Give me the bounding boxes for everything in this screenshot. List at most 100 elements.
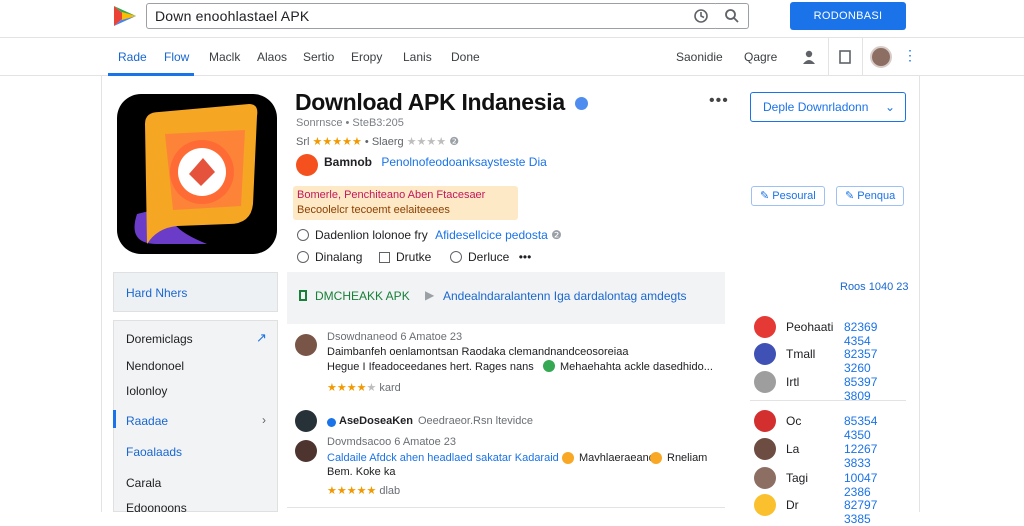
emoji-icon [543, 360, 555, 372]
item-avatar [754, 343, 776, 365]
reviewer-avatar [295, 440, 317, 462]
panel-green-label[interactable]: DMCHEAKK APK [315, 289, 410, 303]
item-name: Dr [786, 498, 799, 512]
app-logo-icon[interactable] [112, 4, 138, 28]
page-title: Download APK Indanesia [295, 89, 565, 115]
item-avatar [754, 371, 776, 393]
search-input[interactable]: Down enoohlastael APK [146, 3, 718, 29]
divider [919, 76, 920, 512]
radio-icon[interactable] [450, 251, 462, 263]
promo-line-2: Becoolelcr tecoemt eelaiteeees [297, 204, 450, 216]
review-head: Dsowdnaneod 6 Amatoe 23 [327, 331, 463, 343]
chevron-right-icon: › [262, 413, 266, 427]
left-panel-header[interactable]: Hard Nhers [113, 272, 278, 312]
nav-bar: Rade Flow Maclk Alaos Sertio Eropy Lanis… [0, 38, 1024, 76]
avatar[interactable] [870, 46, 892, 68]
option-label: Dadenlion lolonoe fry [315, 228, 428, 242]
menu-item[interactable]: Edoonoons [126, 501, 187, 515]
nav-item-7[interactable]: Lanis [403, 50, 432, 64]
nav-item-5[interactable]: Sertio [303, 50, 334, 64]
list-item[interactable]: La 12267 3833 [754, 438, 904, 470]
item-name: Tagi [786, 471, 809, 485]
option-link[interactable]: Afidesellcice pedosta [435, 228, 548, 242]
download-select[interactable]: Deple Downrladonn ⌄ [750, 92, 906, 122]
nav-item-2[interactable]: Flow [164, 50, 189, 64]
info-icon[interactable]: ❷ [449, 136, 459, 148]
nav-item-6[interactable]: Eropy [351, 50, 382, 64]
item-name: Oc [786, 414, 802, 428]
menu-item[interactable]: Doremiclags [126, 332, 193, 346]
option-row-1[interactable]: Dadenlion lolonoe fry Afidesellcice pedo… [297, 228, 562, 242]
search-button[interactable] [716, 3, 749, 29]
history-icon[interactable] [693, 8, 709, 24]
dot-separator: • [364, 136, 369, 148]
user-icon[interactable] [800, 48, 818, 66]
action-button-1[interactable]: ✎ Pesoural [751, 186, 825, 206]
menu-item[interactable]: Carala [126, 476, 161, 490]
nav-item-1[interactable]: Rade [118, 50, 147, 64]
emoji-icon [650, 452, 662, 464]
developer-line: Bamnob Penolnofeodoanksaysteste Dia [324, 155, 547, 169]
list-item[interactable]: Peohaati 82369 4354 [754, 316, 904, 348]
panel-text[interactable]: Andealndaralantenn Iga dardalontag amdeg… [443, 289, 687, 303]
more-vertical-icon[interactable]: ⋮ [903, 47, 917, 64]
review-meta: ★★★★★ kard [327, 382, 401, 394]
item-name: Irtl [786, 375, 800, 389]
action-button-2[interactable]: ✎ Penqua [836, 186, 905, 206]
nav-right-item-2[interactable]: Qagre [744, 50, 777, 64]
info-icon[interactable]: ❷ [551, 228, 562, 242]
select-label: Deple Downrladonn [763, 100, 869, 114]
radio-icon[interactable] [297, 229, 309, 241]
arrow-up-right-icon[interactable]: ↗ [256, 330, 267, 346]
list-item[interactable]: Oc 85354 4350 [754, 410, 904, 442]
nav-item-4[interactable]: Alaos [257, 50, 287, 64]
list-item[interactable]: Irtl 85397 3809 [754, 371, 904, 403]
review-line: Mavhlaeraeand [579, 452, 655, 464]
item-name: Tmall [786, 347, 816, 361]
rating-suffix: Slaerg [371, 136, 404, 148]
list-item[interactable]: Dr 82797 3385 [754, 494, 904, 526]
header-cta-button[interactable]: RODONBASI [790, 2, 906, 30]
review-line: Caldaile Afdck ahen headlaed sakatar Kad… [327, 452, 559, 464]
review-line: Bem. Koke ka [327, 466, 396, 478]
option-radio-2[interactable]: Dinalang [297, 250, 362, 264]
nav-right-item-1[interactable]: Saonidie [676, 50, 723, 64]
review-line: Rneliam [667, 452, 708, 464]
gray-stars-icon: ★★★★ [406, 136, 447, 148]
menu-item[interactable]: Nendonoel [126, 359, 184, 373]
radio-icon[interactable] [297, 251, 309, 263]
play-icon: ▶ [425, 288, 435, 302]
list-item[interactable]: Tagi 10047 2386 [754, 467, 904, 499]
button-label: Penqua [857, 190, 896, 202]
item-avatar [754, 410, 776, 432]
more-horizontal-icon[interactable]: ••• [519, 250, 532, 264]
developer-link[interactable]: Penolnofeodoanksaysteste Dia [381, 155, 546, 169]
list-item[interactable]: Tmall 82357 3260 [754, 343, 904, 375]
app-icon [117, 94, 277, 254]
verified-badge-icon [575, 97, 588, 110]
item-avatar [754, 467, 776, 489]
item-avatar [754, 494, 776, 516]
more-horizontal-icon[interactable]: ••• [709, 92, 729, 110]
nav-item-3[interactable]: Maclk [209, 50, 240, 64]
checkbox-icon[interactable] [379, 252, 390, 263]
reviewer-avatar [295, 334, 317, 356]
search-icon [725, 9, 739, 23]
left-menu: Doremiclags ↗ Nendonoel Iolonloy Raadae … [113, 320, 278, 515]
menu-item[interactable]: Faoalaads [126, 445, 182, 459]
menu-item[interactable]: Iolonloy [126, 384, 167, 398]
right-list-header[interactable]: Roos 1040 23 [840, 281, 909, 293]
option-radio-4[interactable]: Derluce ••• [450, 250, 531, 264]
item-value: 85397 3809 [844, 375, 878, 403]
promo-line-1: Bomerle, Penchiteano Aben Ftacesaer [297, 189, 486, 201]
review-head: Dovmdsacoo 6 Amatoe 23 [327, 436, 457, 448]
option-checkbox-3[interactable]: Drutke [379, 250, 431, 264]
active-indicator [113, 410, 116, 428]
divider [101, 76, 102, 512]
menu-item-active[interactable]: Raadae [126, 414, 168, 428]
option-label: Drutke [396, 250, 432, 264]
item-name: La [786, 442, 800, 456]
bookmark-icon[interactable] [836, 48, 854, 66]
rating-row: Srl ★★★★★ • Slaerg ★★★★ ❷ [296, 135, 459, 148]
nav-item-8[interactable]: Done [451, 50, 480, 64]
